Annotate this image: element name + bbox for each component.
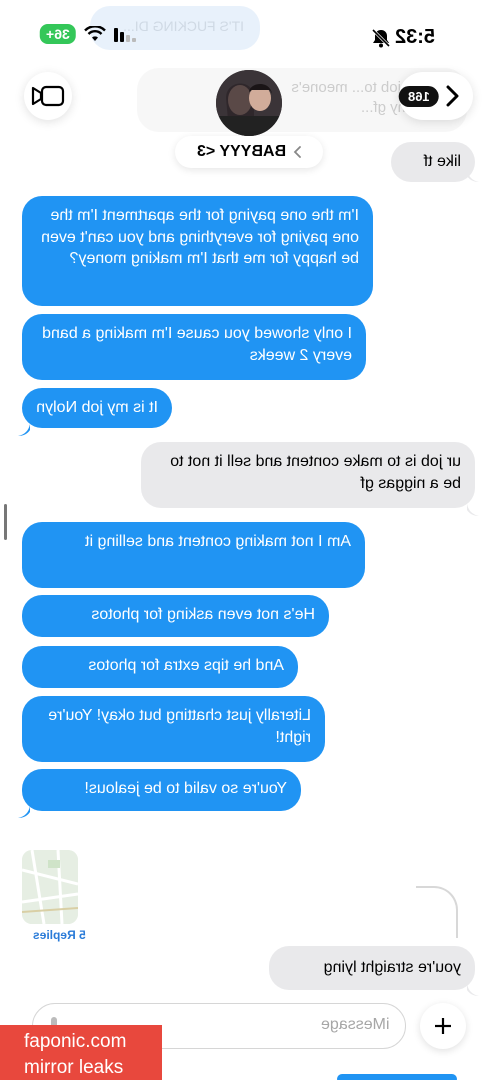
message-sent[interactable]: He's not even asking for photos: [22, 595, 329, 637]
message-sent[interactable]: It is my job Nolyn: [22, 388, 172, 428]
message-text: like tf: [423, 153, 461, 170]
chevron-right-icon: [293, 146, 301, 158]
contact-name-pill[interactable]: BABYYY <3: [175, 136, 323, 168]
message-sent[interactable]: I'm the one paying for the apartment I'm…: [22, 196, 373, 306]
bell-slash-icon: [371, 28, 391, 48]
status-icons: 36+: [40, 24, 136, 44]
message-text: you're straight lying: [323, 959, 461, 976]
map-attachment[interactable]: [22, 850, 78, 924]
message-received[interactable]: like tf: [391, 142, 475, 182]
blue-bubble-edge: [337, 1074, 457, 1080]
video-camera-icon: [31, 85, 65, 107]
message-sent[interactable]: You're so valid to be jealous!: [22, 769, 301, 811]
message-received[interactable]: you're straight lying: [269, 946, 475, 990]
watermark-line2: mirror leaks: [24, 1056, 124, 1078]
contact-avatar[interactable]: [216, 70, 282, 136]
bubble-tail: [467, 170, 479, 182]
bubble-tail: [18, 424, 30, 436]
message-text: You're so valid to be jealous!: [84, 780, 287, 797]
chevron-back-icon: [446, 85, 459, 107]
contact-name: BABYYY <3: [197, 143, 287, 160]
message-text: I'm the one paying for the apartment I'm…: [41, 207, 359, 268]
video-call-button[interactable]: [24, 72, 72, 120]
message-input-placeholder: iMessage: [320, 1016, 389, 1033]
scroll-indicator[interactable]: [4, 504, 7, 540]
bubble-tail: [467, 504, 479, 516]
message-text: It is my job Nolyn: [36, 399, 158, 416]
status-time: 5:32: [394, 26, 435, 48]
message-received[interactable]: ur job is to make content and sell it no…: [141, 442, 475, 508]
wifi-icon: [83, 26, 106, 41]
watermark-line1: faponic.com: [24, 1031, 127, 1052]
bubble-tail: [467, 984, 479, 996]
message-sent[interactable]: I only showed you cause I'm making a ban…: [22, 314, 366, 380]
back-button[interactable]: 168: [399, 72, 473, 120]
message-sent[interactable]: Am I not making content and selling it: [22, 522, 365, 588]
message-text: And he tips extra for photos: [88, 657, 284, 674]
ghost-banner-text: IT'S FUCKING DI...: [123, 18, 244, 34]
message-text: Literally just chatting but okay! You're…: [48, 707, 311, 746]
unread-badge: 168: [399, 85, 439, 107]
battery-badge: 36+: [40, 24, 76, 44]
message-text: Am I not making content and selling it: [85, 533, 351, 550]
plus-icon: [435, 1018, 451, 1034]
message-text: ur job is to make content and sell it no…: [170, 453, 461, 492]
message-sent[interactable]: And he tips extra for photos: [22, 646, 298, 688]
reply-connector: [416, 886, 458, 938]
thread-replies-link[interactable]: 5 Replies: [33, 928, 86, 942]
map-icon: [22, 850, 78, 924]
add-attachment-button[interactable]: [420, 1003, 466, 1049]
avatar-photo: [216, 70, 282, 136]
bubble-tail: [18, 806, 30, 818]
watermark: faponic.com mirror leaks: [0, 1025, 162, 1080]
signal-icon: [113, 28, 136, 42]
message-text: He's not even asking for photos: [91, 606, 315, 623]
message-text: I only showed you cause I'm making a ban…: [42, 325, 352, 364]
message-sent[interactable]: Literally just chatting but okay! You're…: [22, 696, 325, 762]
